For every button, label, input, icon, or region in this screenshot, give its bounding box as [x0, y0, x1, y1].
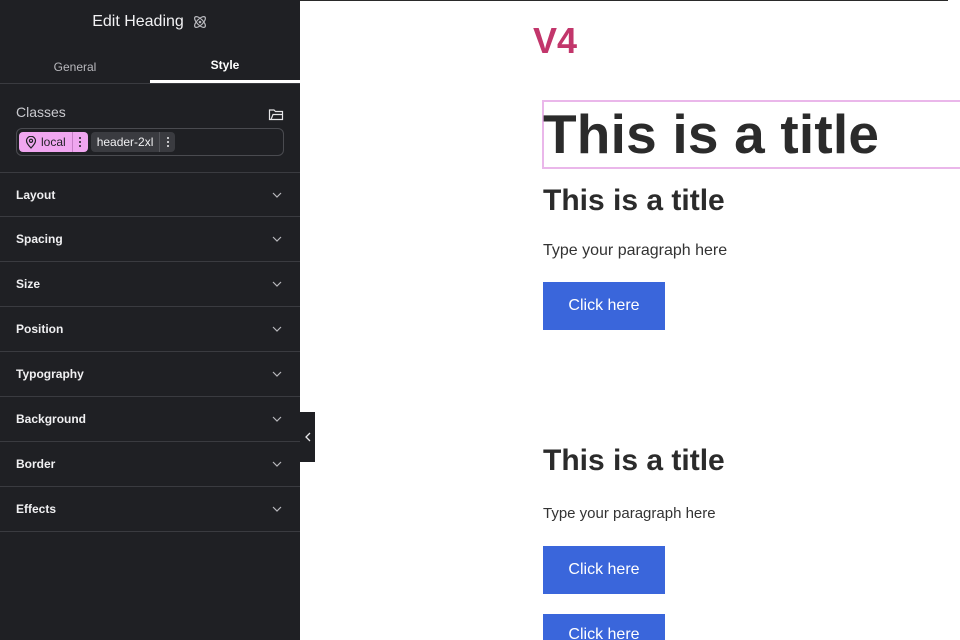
selected-heading[interactable]: This is a title	[543, 102, 879, 166]
click-here-button[interactable]: Click here	[543, 546, 665, 594]
chevron-down-icon	[272, 371, 282, 377]
click-here-button[interactable]: Click here	[543, 282, 665, 330]
section-label: Size	[16, 277, 41, 291]
panel-header: Edit Heading	[0, 0, 300, 44]
class-chip-local[interactable]: local	[19, 132, 88, 152]
chip-label: header-2xl	[96, 135, 154, 149]
section-label: Typography	[16, 367, 84, 381]
chevron-down-icon	[272, 192, 282, 198]
location-pin-icon	[25, 135, 37, 149]
chevron-down-icon	[272, 236, 282, 242]
version-label: V4	[533, 20, 578, 61]
section-label: Effects	[16, 502, 57, 516]
heading-title[interactable]: This is a title	[543, 184, 725, 218]
section-background[interactable]: Background	[0, 396, 300, 441]
chip-menu-icon[interactable]	[71, 132, 88, 152]
section-layout[interactable]: Layout	[0, 172, 300, 217]
section-label: Background	[16, 412, 87, 426]
paragraph-text[interactable]: Type your paragraph here	[543, 505, 716, 522]
chip-label: local	[41, 135, 66, 149]
section-position[interactable]: Position	[0, 306, 300, 351]
chevron-down-icon	[272, 281, 282, 287]
chevron-down-icon	[272, 461, 282, 467]
class-chip-header-2xl[interactable]: header-2xl	[90, 132, 176, 152]
chevron-down-icon	[272, 416, 282, 422]
panel-divider	[0, 531, 300, 532]
canvas-top-border	[300, 0, 948, 1]
section-size[interactable]: Size	[0, 261, 300, 306]
chip-menu-icon[interactable]	[159, 132, 175, 152]
chevron-left-icon	[304, 432, 310, 442]
section-label: Border	[16, 457, 56, 471]
section-label: Position	[16, 322, 64, 336]
editor-panel: Edit Heading General Style Classes local…	[0, 0, 300, 640]
heading-title[interactable]: This is a title	[543, 444, 725, 478]
classes-field[interactable]: local header-2xl	[16, 128, 284, 156]
click-here-button[interactable]: Click here	[543, 614, 665, 640]
folder-icon[interactable]	[268, 106, 284, 122]
tab-style[interactable]: Style	[150, 50, 300, 83]
section-typography[interactable]: Typography	[0, 351, 300, 396]
atom-icon	[193, 16, 206, 28]
panel-tabs: General Style	[0, 50, 300, 83]
section-label: Layout	[16, 188, 56, 202]
section-effects[interactable]: Effects	[0, 486, 300, 531]
section-spacing[interactable]: Spacing	[0, 216, 300, 261]
chevron-down-icon	[272, 326, 282, 332]
tab-general[interactable]: General	[0, 50, 150, 83]
collapse-panel-button[interactable]	[300, 412, 315, 462]
tabs-divider	[0, 83, 300, 84]
section-label: Spacing	[16, 232, 63, 246]
classes-label: Classes	[16, 104, 66, 120]
chevron-down-icon	[272, 506, 282, 512]
panel-title: Edit Heading	[92, 13, 184, 30]
section-border[interactable]: Border	[0, 441, 300, 486]
paragraph-text[interactable]: Type your paragraph here	[543, 242, 727, 260]
